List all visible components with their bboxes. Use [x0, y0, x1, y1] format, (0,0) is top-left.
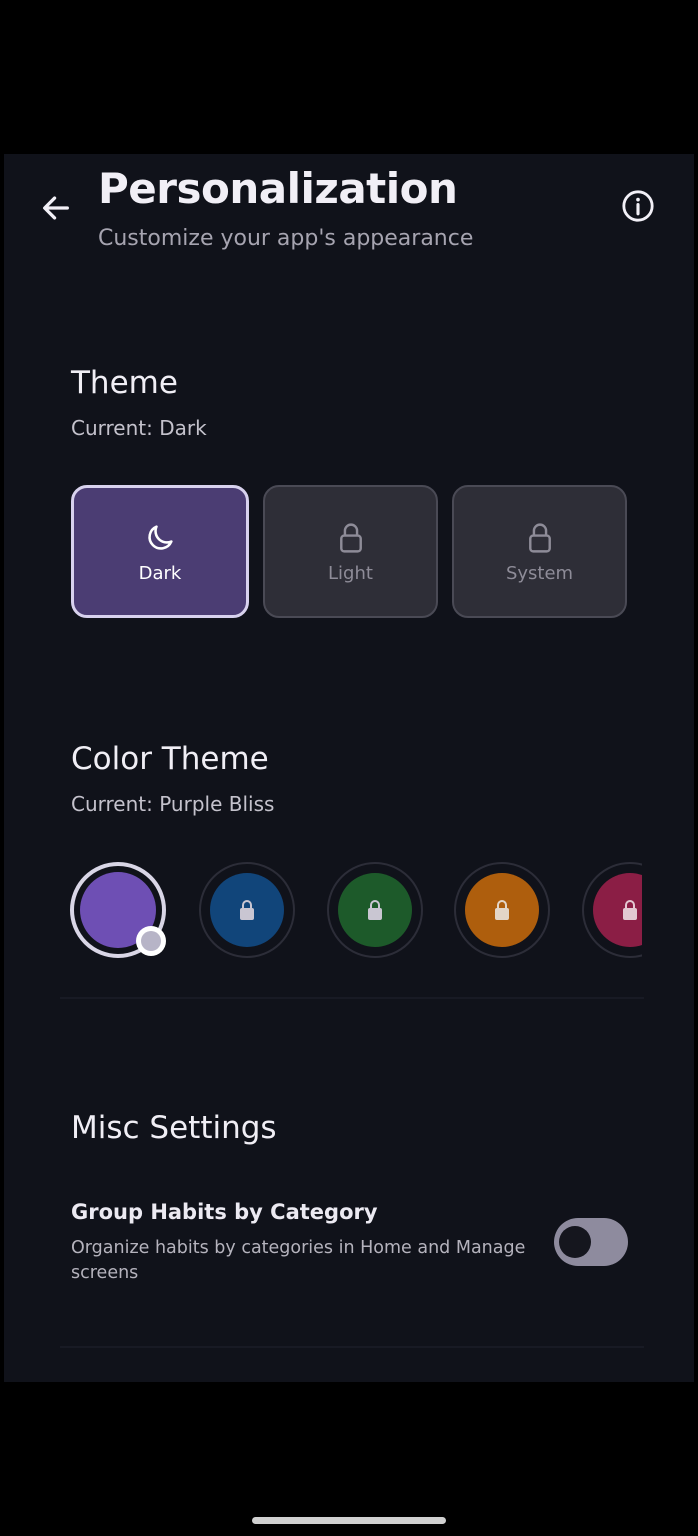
swatch-fill: [465, 873, 539, 947]
info-button[interactable]: [618, 186, 658, 226]
theme-current-label: Current: Dark: [71, 416, 207, 440]
theme-option-dark[interactable]: Dark: [71, 485, 249, 618]
color-swatch-green[interactable]: [327, 862, 423, 958]
back-button[interactable]: [36, 188, 76, 228]
selected-indicator: [136, 926, 166, 956]
info-icon: [622, 190, 654, 222]
group-habits-toggle[interactable]: [554, 1218, 628, 1266]
page-title: Personalization: [98, 164, 458, 213]
lock-icon: [528, 523, 551, 553]
swatch-fill: [210, 873, 284, 947]
color-swatch-list: [66, 854, 642, 974]
theme-section-title: Theme: [71, 365, 178, 401]
lock-icon: [368, 900, 382, 920]
lock-icon: [623, 900, 637, 920]
group-habits-label: Group Habits by Category: [71, 1200, 378, 1224]
theme-option-label: Light: [328, 563, 373, 584]
color-swatch-blue[interactable]: [199, 862, 295, 958]
arrow-left-icon: [43, 196, 69, 220]
group-habits-description: Organize habits by categories in Home an…: [71, 1238, 526, 1283]
personalization-screen: Personalization Customize your app's app…: [4, 154, 694, 1382]
color-swatch-purple[interactable]: [70, 862, 166, 958]
lock-icon: [339, 523, 362, 553]
lock-icon: [240, 900, 254, 920]
theme-option-label: Dark: [138, 563, 182, 584]
home-indicator[interactable]: [252, 1517, 446, 1524]
page-subtitle: Customize your app's appearance: [98, 226, 474, 251]
section-divider: [60, 997, 644, 999]
lock-icon: [495, 900, 509, 920]
swatch-fill: [338, 873, 412, 947]
toggle-knob: [559, 1226, 591, 1258]
color-theme-current-label: Current: Purple Bliss: [71, 792, 275, 816]
color-swatch-orange[interactable]: [454, 862, 550, 958]
swatch-fill: [593, 873, 642, 947]
theme-option-light[interactable]: Light: [263, 485, 438, 618]
theme-option-label: System: [505, 563, 574, 584]
misc-section-title: Misc Settings: [71, 1110, 277, 1146]
color-theme-section-title: Color Theme: [71, 741, 269, 777]
color-swatch-red[interactable]: [582, 862, 642, 958]
moon-icon: [148, 525, 173, 550]
theme-option-system[interactable]: System: [452, 485, 627, 618]
section-divider: [60, 1346, 644, 1348]
